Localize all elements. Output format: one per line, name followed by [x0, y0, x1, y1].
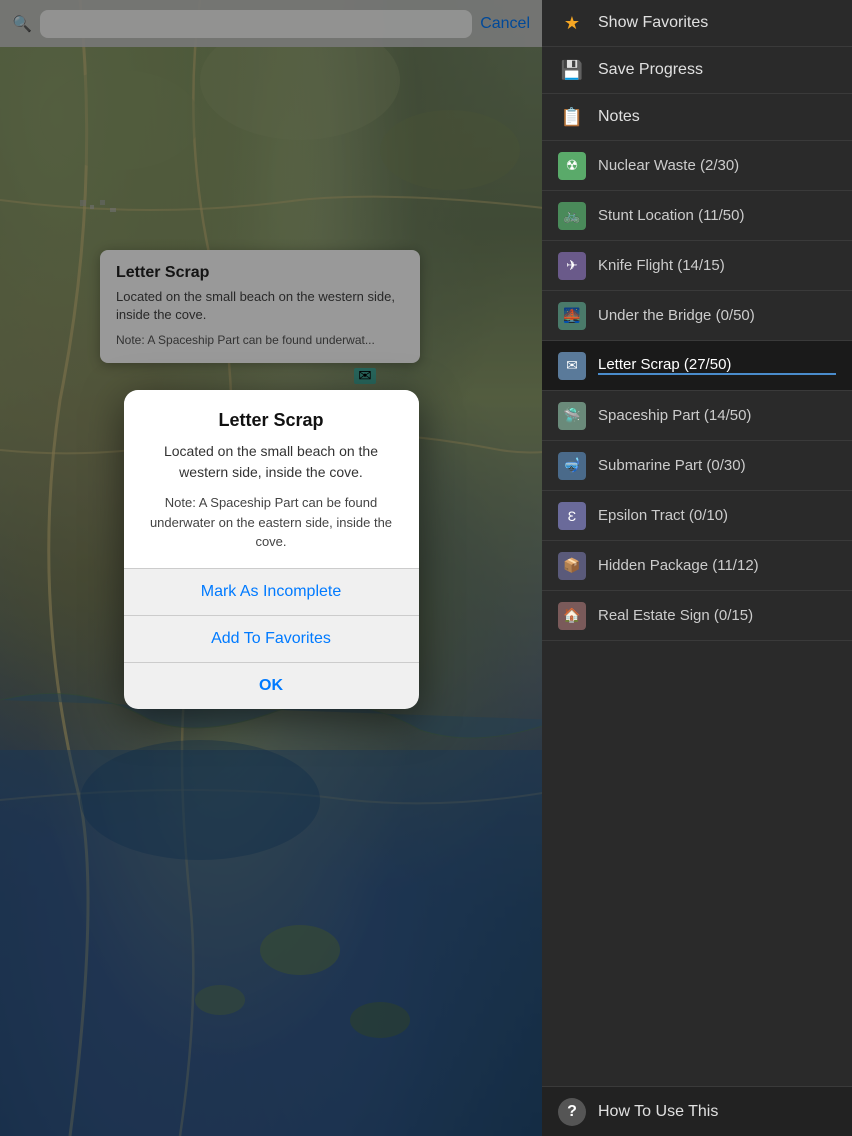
ok-button[interactable]: OK — [124, 663, 419, 709]
submarine-part-icon: 🤿 — [558, 452, 586, 480]
notes-label: Notes — [598, 108, 640, 126]
sidebar-item-epsilon-tract[interactable]: Ɛ Epsilon Tract (0/10) — [542, 491, 852, 541]
real-estate-sign-icon: 🏠 — [558, 602, 586, 630]
epsilon-tract-icon: Ɛ — [558, 502, 586, 530]
add-to-favorites-button[interactable]: Add To Favorites — [124, 616, 419, 663]
sidebar-item-letter-scrap[interactable]: ✉ Letter Scrap (27/50) — [542, 341, 852, 391]
sidebar-item-save-progress[interactable]: 💾 Save Progress — [542, 47, 852, 94]
under-the-bridge-icon: 🌉 — [558, 302, 586, 330]
real-estate-sign-label: Real Estate Sign (0/15) — [598, 607, 836, 624]
letter-scrap-modal: Letter Scrap Located on the small beach … — [124, 390, 419, 709]
modal-content: Letter Scrap Located on the small beach … — [124, 390, 419, 568]
star-icon: ★ — [558, 9, 586, 37]
sidebar-item-stunt-location[interactable]: 🚲 Stunt Location (11/50) — [542, 191, 852, 241]
nuclear-waste-label: Nuclear Waste (2/30) — [598, 157, 836, 174]
show-favorites-label: Show Favorites — [598, 14, 708, 32]
epsilon-tract-label: Epsilon Tract (0/10) — [598, 507, 836, 524]
stunt-location-icon: 🚲 — [558, 202, 586, 230]
sidebar-item-hidden-package[interactable]: 📦 Hidden Package (11/12) — [542, 541, 852, 591]
sidebar-item-under-the-bridge[interactable]: 🌉 Under the Bridge (0/50) — [542, 291, 852, 341]
under-the-bridge-label: Under the Bridge (0/50) — [598, 307, 836, 324]
knife-flight-label: Knife Flight (14/15) — [598, 257, 836, 274]
knife-flight-icon: ✈ — [558, 252, 586, 280]
letter-scrap-icon: ✉ — [558, 352, 586, 380]
hidden-package-label: Hidden Package (11/12) — [598, 557, 836, 574]
stunt-location-label: Stunt Location (11/50) — [598, 207, 836, 224]
submarine-part-label: Submarine Part (0/30) — [598, 457, 836, 474]
save-icon: 💾 — [558, 56, 586, 84]
modal-overlay: Letter Scrap Located on the small beach … — [0, 0, 542, 1136]
hidden-package-icon: 📦 — [558, 552, 586, 580]
sidebar-item-spaceship-part[interactable]: 🛸 Spaceship Part (14/50) — [542, 391, 852, 441]
nuclear-waste-icon: ☢ — [558, 152, 586, 180]
category-list: ☢ Nuclear Waste (2/30) 🚲 Stunt Location (11… — [542, 141, 852, 1086]
help-icon: ? — [558, 1098, 586, 1126]
how-to-use-label: How To Use This — [598, 1103, 718, 1121]
sidebar-item-real-estate-sign[interactable]: 🏠 Real Estate Sign (0/15) — [542, 591, 852, 641]
letter-scrap-label: Letter Scrap (27/50) — [598, 356, 836, 375]
mark-incomplete-button[interactable]: Mark As Incomplete — [124, 569, 419, 616]
sidebar-item-show-favorites[interactable]: ★ Show Favorites — [542, 0, 852, 47]
sidebar-item-how-to-use[interactable]: ? How To Use This — [542, 1086, 852, 1136]
sidebar-item-notes[interactable]: 📋 Notes — [542, 94, 852, 141]
modal-title: Letter Scrap — [144, 410, 399, 431]
save-progress-label: Save Progress — [598, 61, 703, 79]
spaceship-part-label: Spaceship Part (14/50) — [598, 407, 836, 424]
sidebar-item-submarine-part[interactable]: 🤿 Submarine Part (0/30) — [542, 441, 852, 491]
modal-note: Note: A Spaceship Part can be found unde… — [144, 493, 399, 552]
spaceship-part-icon: 🛸 — [558, 402, 586, 430]
modal-description: Located on the small beach on the wester… — [144, 441, 399, 483]
sidebar-item-knife-flight[interactable]: ✈ Knife Flight (14/15) — [542, 241, 852, 291]
sidebar: ★ Show Favorites 💾 Save Progress 📋 Notes… — [542, 0, 852, 1136]
sidebar-item-nuclear-waste[interactable]: ☢ Nuclear Waste (2/30) — [542, 141, 852, 191]
notes-icon: 📋 — [558, 103, 586, 131]
